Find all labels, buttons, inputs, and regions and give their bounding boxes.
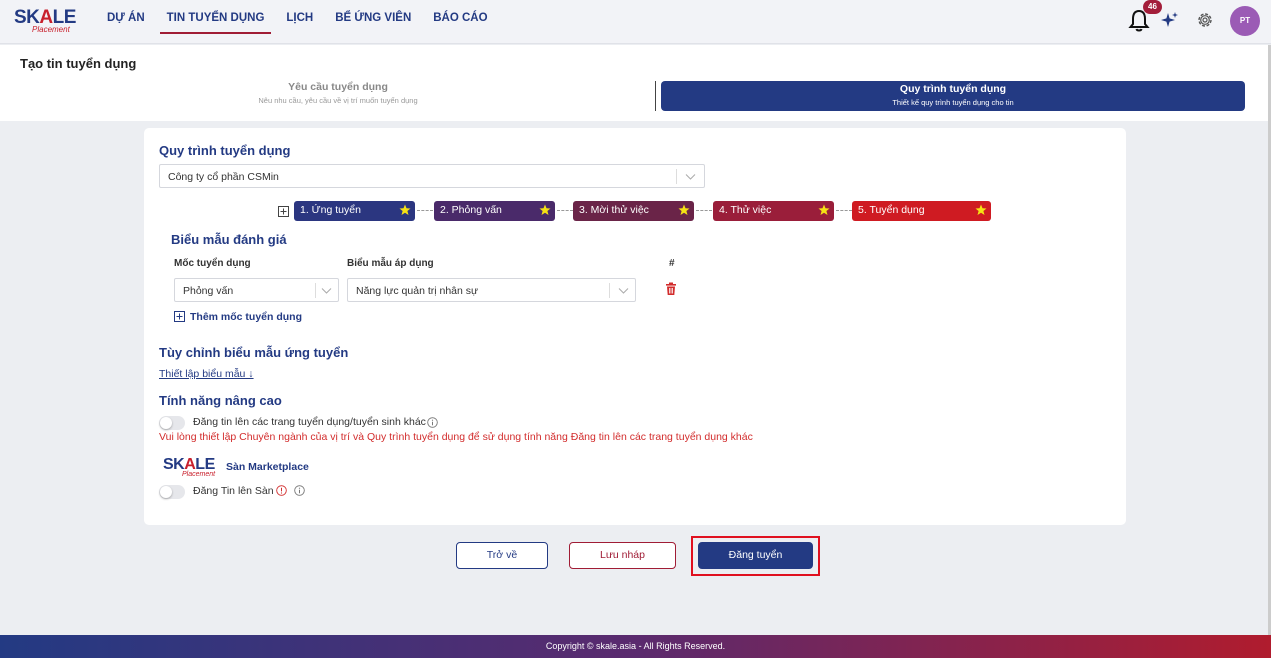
step-divider — [655, 81, 656, 111]
stage-trial[interactable]: 4. Thử việc — [713, 201, 834, 221]
stage-connector — [696, 210, 712, 211]
stage-label: 1. Ứng tuyển — [300, 204, 361, 216]
nav-item-projects[interactable]: DỰ ÁN — [100, 0, 152, 34]
milestone-select-value: Phỏng vấn — [183, 285, 234, 297]
stage-interview[interactable]: 2. Phỏng vấn — [434, 201, 555, 221]
avatar[interactable]: PT — [1230, 6, 1260, 36]
page-title: Tạo tin tuyển dụng — [20, 56, 137, 71]
stage-hired[interactable]: 5. Tuyển dụng — [852, 201, 991, 221]
chevron-down-icon — [685, 174, 696, 180]
evaluation-heading: Biểu mẫu đánh giá — [171, 232, 287, 247]
stage-connector — [417, 210, 433, 211]
star-icon[interactable] — [975, 204, 987, 216]
star-icon[interactable] — [678, 204, 690, 216]
post-market-label: Đăng Tin lên Sàn — [193, 485, 274, 497]
nav-item-calendar[interactable]: LỊCH — [279, 0, 320, 34]
advanced-heading: Tính năng nâng cao — [159, 393, 282, 408]
company-select[interactable]: Công ty cổ phần CSMin — [159, 164, 705, 188]
plus-square-icon — [174, 311, 185, 322]
stage-label: 4. Thử việc — [719, 204, 772, 216]
process-heading: Quy trình tuyển dụng — [159, 143, 291, 158]
marketplace-label: Sàn Marketplace — [226, 461, 309, 473]
process-card: Quy trình tuyển dụng Công ty cổ phần CSM… — [144, 128, 1126, 525]
star-icon[interactable] — [818, 204, 830, 216]
post-job-button[interactable]: Đăng tuyển — [698, 542, 813, 569]
info-icon[interactable] — [294, 485, 305, 496]
form-select-value: Năng lực quản trị nhân sự — [356, 285, 479, 297]
back-button[interactable]: Trở về — [456, 542, 548, 569]
info-icon[interactable] — [427, 417, 438, 428]
skale-mini-logo: SKALE Placement — [163, 457, 223, 479]
post-other-label: Đăng tin lên các trang tuyển dụng/tuyển … — [193, 416, 426, 428]
step-subtitle: Nêu nhu cầu, yêu cầu về vị trí muốn tuyể… — [258, 96, 418, 105]
step-tab-requirements[interactable]: Yêu cầu tuyển dụng Nêu nhu cầu, yêu cầu … — [20, 81, 656, 111]
select-separator — [676, 169, 677, 184]
alert-info-icon[interactable] — [276, 485, 287, 496]
select-separator — [315, 283, 316, 298]
col-milestone-label: Mốc tuyển dụng — [174, 258, 251, 269]
stage-apply[interactable]: 1. Ứng tuyển — [294, 201, 415, 221]
save-draft-button[interactable]: Lưu nháp — [569, 542, 676, 569]
chevron-down-icon — [618, 288, 629, 294]
star-icon[interactable] — [399, 204, 411, 216]
add-stage-icon[interactable] — [278, 206, 289, 217]
stage-label: 2. Phỏng vấn — [440, 204, 502, 216]
toggle-knob — [160, 417, 172, 429]
add-milestone-button[interactable]: Thêm mốc tuyển dụng — [174, 311, 302, 323]
stage-connector — [836, 210, 852, 211]
star-icon[interactable] — [539, 204, 551, 216]
nav-item-reports[interactable]: BÁO CÁO — [426, 0, 494, 34]
gear-icon[interactable] — [1196, 11, 1214, 29]
select-separator — [609, 283, 610, 298]
custom-form-heading: Tùy chỉnh biểu mẫu ứng tuyển — [159, 345, 349, 360]
milestone-select[interactable]: Phỏng vấn — [174, 278, 339, 302]
stage-label: 5. Tuyển dụng — [858, 204, 925, 216]
add-milestone-label: Thêm mốc tuyển dụng — [190, 311, 303, 323]
copyright-text: Copyright © skale.asia - All Rights Rese… — [545, 641, 726, 651]
step-title: Yêu cầu tuyển dụng — [288, 81, 388, 93]
footer: Copyright © skale.asia - All Rights Rese… — [0, 635, 1271, 658]
trash-icon[interactable] — [665, 282, 677, 296]
company-select-value: Công ty cổ phần CSMin — [168, 171, 279, 183]
sparkle-icon[interactable] — [1161, 11, 1179, 29]
post-market-toggle[interactable] — [159, 485, 185, 499]
nav-item-job-posts[interactable]: TIN TUYỂN DỤNG — [159, 0, 272, 34]
page-header: Tạo tin tuyển dụng Yêu cầu tuyển dụng Nê… — [0, 45, 1271, 121]
nav-item-candidate-pool[interactable]: BỂ ỨNG VIÊN — [328, 0, 418, 34]
logo-subtitle: Placement — [32, 25, 70, 34]
toggle-knob — [160, 486, 172, 498]
skale-logo[interactable]: SKALE Placement — [14, 8, 76, 34]
stage-label: 3. Mời thử việc — [579, 204, 649, 216]
stage-connector — [557, 210, 573, 211]
warning-text: Vui lòng thiết lập Chuyên ngành của vị t… — [159, 431, 753, 443]
col-hash-label: # — [669, 258, 675, 269]
step-tab-process[interactable]: Quy trình tuyển dụng Thiết kế quy trình … — [661, 81, 1245, 111]
notification-badge: 46 — [1143, 0, 1162, 14]
post-other-toggle[interactable] — [159, 416, 185, 430]
mini-logo-subtitle: Placement — [182, 471, 216, 478]
chevron-down-icon — [321, 288, 332, 294]
col-form-label: Biểu mẫu áp dụng — [347, 258, 434, 269]
step-subtitle: Thiết kế quy trình tuyển dụng cho tin — [892, 98, 1014, 107]
form-select[interactable]: Năng lực quản trị nhân sự — [347, 278, 636, 302]
top-navbar: SKALE Placement DỰ ÁN TIN TUYỂN DỤNG LỊC… — [0, 0, 1271, 44]
setup-form-link[interactable]: Thiết lập biểu mẫu ↓ — [159, 368, 254, 380]
main-nav: DỰ ÁN TIN TUYỂN DỤNG LỊCH BỂ ỨNG VIÊN BÁ… — [100, 0, 503, 44]
step-title: Quy trình tuyển dụng — [899, 83, 1007, 95]
stage-trial-invite[interactable]: 3. Mời thử việc — [573, 201, 694, 221]
